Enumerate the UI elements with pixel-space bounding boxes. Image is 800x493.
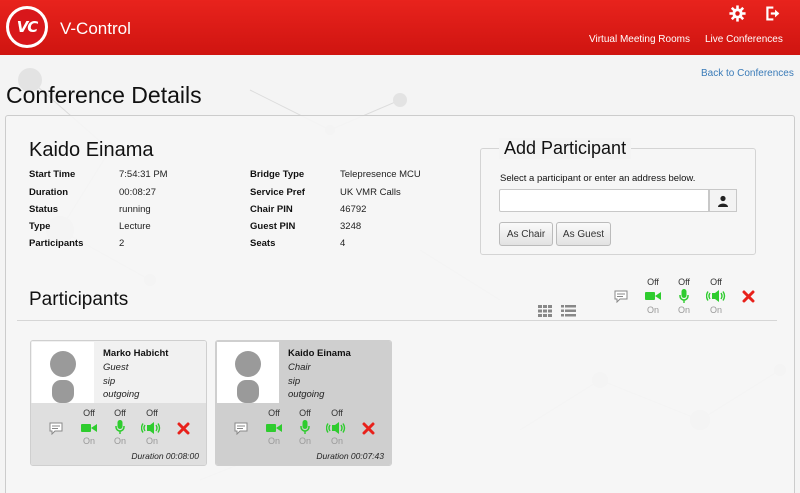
participants-title: Participants [29,289,129,310]
video-camera-icon[interactable] [266,423,282,433]
detail-label: Status [29,204,59,215]
remove-participant-icon[interactable] [362,422,375,435]
avatar [32,342,94,403]
speaker-status-on: On [330,436,343,446]
video-status-on: On [267,436,280,446]
speaker-status-on: On [145,436,158,446]
card-header: Kaido Einama Chair sip outgoing [216,341,391,403]
card-header: Marko Habicht Guest sip outgoing [31,341,206,403]
chat-icon[interactable] [234,422,248,435]
participant-protocol: sip [103,376,116,387]
section-divider [17,320,777,321]
detail-value: Lecture [119,221,151,232]
detail-label: Bridge Type [250,169,305,180]
app-title: V-Control [60,19,131,38]
participant-direction: outgoing [288,389,325,400]
microphone-icon[interactable] [300,420,310,435]
person-placeholder-icon [50,351,76,403]
video-camera-icon[interactable] [645,291,661,301]
chat-icon[interactable] [49,422,63,435]
as-guest-button[interactable]: As Guest [556,222,611,246]
speaker-status-off: Off [146,408,158,418]
participant-duration: Duration 00:08:00 [131,451,199,461]
detail-value: running [119,204,151,215]
audio-status-off: Off [299,408,311,418]
participant-card[interactable]: Kaido Einama Chair sip outgoing Off On O… [215,340,392,466]
detail-label: Type [29,221,51,232]
add-participant-hint: Select a participant or enter an address… [500,173,696,184]
top-header: VC V-Control Virtual Meeting Rooms Live … [0,0,800,55]
nav-virtual-meeting-rooms[interactable]: Virtual Meeting Rooms [589,34,690,45]
settings-icon[interactable] [729,5,746,22]
video-status-off: Off [83,408,95,418]
card-controls: Off On Off On Off On Duration 00:07:43 [216,403,391,465]
add-participant-title: Add Participant [499,138,632,159]
participant-duration: Duration 00:07:43 [316,451,384,461]
chat-icon[interactable] [614,290,628,303]
remove-all-icon[interactable] [742,290,755,303]
back-to-conferences-link[interactable]: Back to Conferences [701,68,794,79]
detail-value: 4 [340,238,346,249]
logo-mark: VC [9,9,45,45]
conference-name: Kaido Einama [29,139,154,161]
audio-status-on: On [677,305,690,315]
card-controls: Off On Off On Off On Duration 00:08:00 [31,403,206,465]
detail-label: Service Pref [250,187,305,198]
detail-label: Guest PIN [250,221,296,232]
speaker-status-off: Off [710,277,722,287]
audio-status-on: On [113,436,126,446]
as-chair-button[interactable]: As Chair [499,222,553,246]
detail-value: 3248 [340,221,362,232]
audio-status-off: Off [678,277,690,287]
participant-role: Chair [288,362,311,373]
detail-value: 7:54:31 PM [119,169,168,180]
detail-label: Duration [29,187,69,198]
participant-role: Guest [103,362,129,373]
nav-live-conferences[interactable]: Live Conferences [705,34,783,45]
participant-name: Kaido Einama [288,348,351,359]
video-status-off: Off [268,408,280,418]
user-icon [718,195,728,207]
participant-address-input[interactable] [499,189,709,212]
remove-participant-icon[interactable] [177,422,190,435]
avatar [217,342,279,403]
detail-value: 00:08:27 [119,187,156,198]
video-status-off: Off [647,277,659,287]
detail-label: Participants [29,238,84,249]
audio-status-off: Off [114,408,126,418]
logout-icon[interactable] [764,5,781,22]
detail-label: Start Time [29,169,76,180]
speaker-status-on: On [709,305,722,315]
microphone-icon[interactable] [115,420,125,435]
detail-value: 46792 [340,204,367,215]
audio-status-on: On [298,436,311,446]
video-status-on: On [82,436,95,446]
grid-view-icon[interactable] [538,305,552,317]
speaker-status-off: Off [331,408,343,418]
detail-value: Telepresence MCU [340,169,421,180]
participant-name: Marko Habicht [103,348,169,359]
detail-label: Seats [250,238,276,249]
person-placeholder-icon [235,351,261,403]
speaker-icon[interactable] [141,422,161,434]
detail-label: Chair PIN [250,204,293,215]
video-status-on: On [646,305,659,315]
detail-value: 2 [119,238,125,249]
video-camera-icon[interactable] [81,423,97,433]
list-view-icon[interactable] [561,305,576,317]
select-participant-button[interactable] [709,189,737,212]
app-logo[interactable]: VC [6,6,48,48]
page-title: Conference Details [6,82,202,108]
speaker-icon[interactable] [706,290,726,302]
participant-protocol: sip [288,376,301,387]
microphone-icon[interactable] [679,289,689,304]
speaker-icon[interactable] [326,422,346,434]
participant-card[interactable]: Marko Habicht Guest sip outgoing Off On … [30,340,207,466]
detail-value: UK VMR Calls [340,187,401,198]
participant-direction: outgoing [103,389,140,400]
